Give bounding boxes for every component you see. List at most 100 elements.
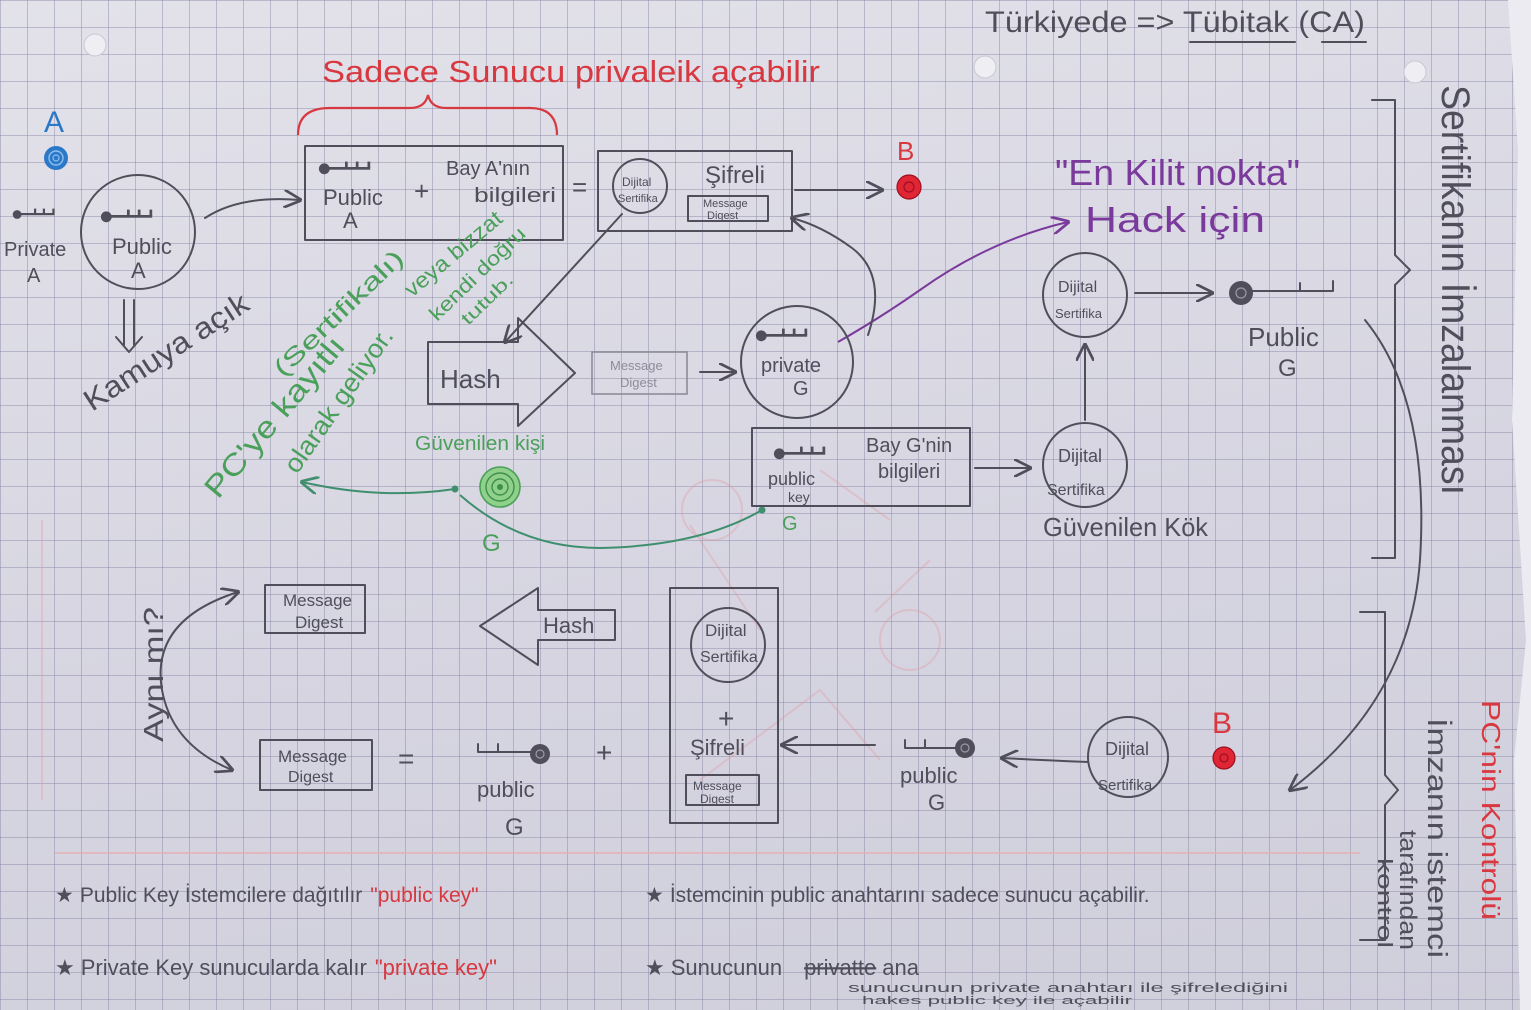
private-g-label: private: [761, 355, 821, 377]
verify-equals: =: [398, 743, 414, 774]
verify-cert-line2: Sertifika: [1098, 777, 1153, 794]
note-highlight: "public key": [370, 884, 478, 907]
private-key-label: Private: [4, 239, 66, 261]
note-public-key: ★ Public Key İstemcilere dağıtılır "public…: [55, 884, 479, 907]
same-question: Aynı mı?: [138, 607, 169, 742]
trusted-person-owner: G: [482, 530, 501, 557]
key2-label: public: [900, 763, 957, 788]
public-key-icon: [100, 209, 153, 223]
sender-a-label: A: [44, 106, 64, 139]
note-tail: ana: [882, 955, 919, 980]
public-g-key-icon: [904, 738, 975, 758]
public-note: Kamuya açık: [78, 286, 256, 418]
key1-label: public: [477, 777, 534, 802]
note-bullet: ★: [55, 955, 75, 980]
digest-line2: Digest: [707, 210, 738, 222]
root-owner-mark: G: [782, 513, 798, 535]
sender-a-dot-icon: [44, 146, 68, 170]
received-digest-line1: Message: [693, 779, 742, 793]
cert-line1: Dijital: [622, 175, 651, 189]
erased-sketch: [41, 469, 941, 800]
request-public-label: Public: [323, 185, 383, 210]
public-g-key-icon: [477, 743, 550, 764]
server-only-brace: [296, 94, 559, 136]
trusted-root-cert-line1: Dijital: [1058, 446, 1102, 466]
client-check-line2: tarafından: [1394, 830, 1421, 950]
public-key-label: Public: [112, 234, 172, 259]
hack-arrow: [837, 222, 1068, 343]
digest-top-line1: Message: [283, 591, 352, 610]
received-cert-line1: Dijital: [705, 621, 747, 640]
received-plus: +: [718, 703, 734, 734]
signing-to-check-line: [1290, 319, 1423, 790]
client-check-line3: kontrol: [1373, 858, 1395, 948]
tubitak-note: Türkiyede => Tübitak (CA): [985, 6, 1365, 39]
compare-arc-arrow: [159, 592, 238, 770]
private-key-owner: A: [27, 265, 41, 287]
paper-edge: [1508, 0, 1531, 1010]
request-info-line2: bilgileri: [474, 185, 556, 207]
verify-recipient-dot-icon: [1212, 746, 1236, 770]
arrow-trusted-to-pc: [302, 482, 456, 493]
trusted-root-label: Güvenilen Kök: [1043, 512, 1209, 542]
down-arrow: [115, 299, 143, 353]
received-digest-line2: Digest: [700, 792, 735, 806]
private-g-owner: G: [793, 378, 809, 400]
faint-digest-line2: Digest: [620, 375, 657, 390]
note-text: Private Key sunucularda kalır: [81, 955, 367, 980]
trusted-root-cert-line2: Sertifika: [1047, 482, 1105, 499]
public-key-owner: A: [131, 258, 146, 283]
note-struck-word: privatte: [804, 955, 876, 980]
note-highlight: "private key": [375, 955, 497, 980]
verify-cert-line1: Dijital: [1105, 739, 1149, 759]
request-equals: =: [572, 172, 587, 202]
key1-owner: G: [505, 814, 524, 841]
hash-label: Hash: [440, 364, 501, 394]
note-client-key: ★ İstemcinin public anahtarını sadece sun…: [645, 884, 1150, 907]
root-info-line1: Bay G'nin: [866, 435, 952, 457]
arrow-to-request: [204, 199, 300, 219]
client-check-line1: İmzanın istemci: [1422, 718, 1453, 958]
cert-line2: Sertifika: [618, 193, 659, 205]
note-sub-line1: sunucunun private anahtarı ile şifreledi…: [848, 980, 1288, 995]
received-cert-circle: [690, 607, 766, 683]
note-text: Sunucunun: [671, 955, 782, 980]
key-icon: [755, 328, 808, 342]
request-plus: +: [414, 176, 429, 206]
digest-line1: Message: [703, 198, 748, 210]
signing-bracket: [1371, 99, 1411, 559]
verify-recipient-label: B: [1212, 707, 1232, 740]
request-info-line1: Bay A'nın: [446, 158, 530, 180]
received-encrypted-label: Şifreli: [690, 735, 745, 760]
request-owner: A: [343, 208, 358, 233]
key-icon: [773, 446, 826, 460]
root-cert-line1: Dijital: [1058, 279, 1097, 296]
faint-digest-line1: Message: [610, 358, 663, 373]
digest-bottom-line1: Message: [278, 747, 347, 766]
note-private-key: ★ Private Key sunucularda kalır "private k…: [55, 955, 497, 980]
pc-check-label: PC'nin Kontrolü: [1476, 700, 1506, 920]
private-key-icon: [12, 208, 55, 219]
received-cert-line2: Sertifika: [700, 649, 758, 666]
root-info-line2: bilgileri: [878, 461, 940, 483]
note-text: Public Key İstemcilere dağıtılır: [80, 884, 362, 907]
root-key-label: key: [788, 489, 810, 505]
digest-bottom-line2: Digest: [288, 769, 334, 786]
trusted-person-dot-icon: [479, 466, 521, 508]
trusted-person-label: Güvenilen kişi: [415, 433, 545, 455]
recipient-b-label: B: [897, 136, 914, 166]
root-public-label: public: [768, 469, 815, 489]
public-g-key-icon: [1229, 280, 1334, 305]
note-server-private: ★ Sunucunun privatte ana: [645, 955, 920, 980]
root-cert-line2: Sertifika: [1055, 306, 1103, 321]
key2-owner: G: [928, 790, 945, 815]
verify-hash-label: Hash: [543, 613, 594, 638]
notebook-diagram: Türkiyede => Tübitak (CA) Sadece Sunucu …: [4, 0, 1531, 1010]
arrow-private-g-to-package: [792, 218, 877, 336]
server-only-note: Sadece Sunucu privaleik açabilir: [322, 54, 820, 89]
public-g-label: Public: [1248, 322, 1319, 352]
key-icon: [318, 161, 371, 175]
public-g-owner: G: [1278, 355, 1297, 382]
hack-note-line2: Hack için: [1085, 199, 1265, 240]
signing-label: Sertifikanın İmzalanması: [1433, 85, 1478, 495]
